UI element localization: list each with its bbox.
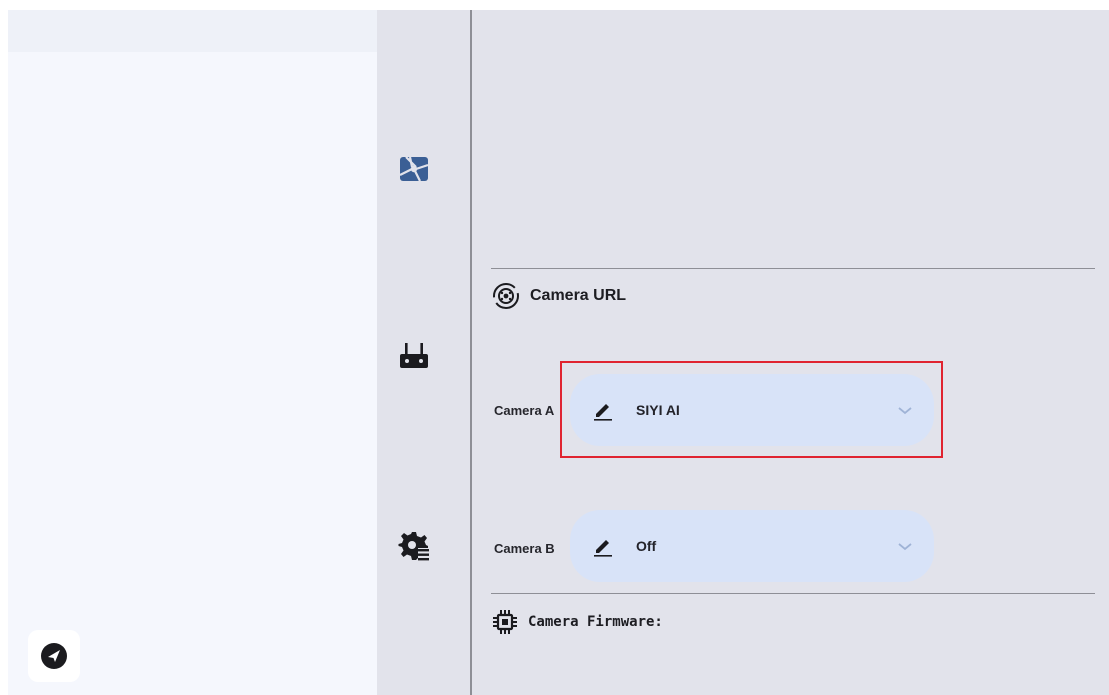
- left-pane: [8, 10, 377, 695]
- camera-b-label: Camera B: [494, 541, 555, 556]
- camera-firmware-title: Camera Firmware:: [528, 614, 663, 630]
- camera-b-select[interactable]: Off: [570, 510, 934, 582]
- vertical-divider: [470, 10, 472, 695]
- settings-nav-button[interactable]: [396, 528, 432, 564]
- send-button[interactable]: [28, 630, 80, 682]
- edit-icon: [594, 540, 612, 557]
- camera-a-label: Camera A: [494, 403, 555, 418]
- camera-b-value: Off: [636, 538, 657, 554]
- camera-url-title: Camera URL: [530, 287, 627, 304]
- camera-nav-button[interactable]: [396, 151, 432, 187]
- settings-list-icon: [398, 532, 429, 561]
- video-network-icon: [493, 283, 519, 309]
- section-divider: [491, 268, 1095, 269]
- remote-controller-icon: [400, 343, 428, 368]
- left-pane-header: [8, 10, 377, 52]
- camera-url-header: Camera URL: [492, 282, 626, 310]
- camera-icon: [399, 156, 429, 182]
- highlight-box: [560, 361, 943, 458]
- section-divider: [491, 593, 1095, 594]
- app-frame: Camera URL Camera A SIYI AI Camera B Off: [8, 10, 1109, 695]
- chevron-down-icon: [898, 543, 912, 551]
- send-icon: [41, 643, 67, 669]
- chip-icon: [493, 610, 517, 634]
- remote-nav-button[interactable]: [396, 337, 432, 373]
- camera-firmware-header: Camera Firmware:: [492, 609, 663, 635]
